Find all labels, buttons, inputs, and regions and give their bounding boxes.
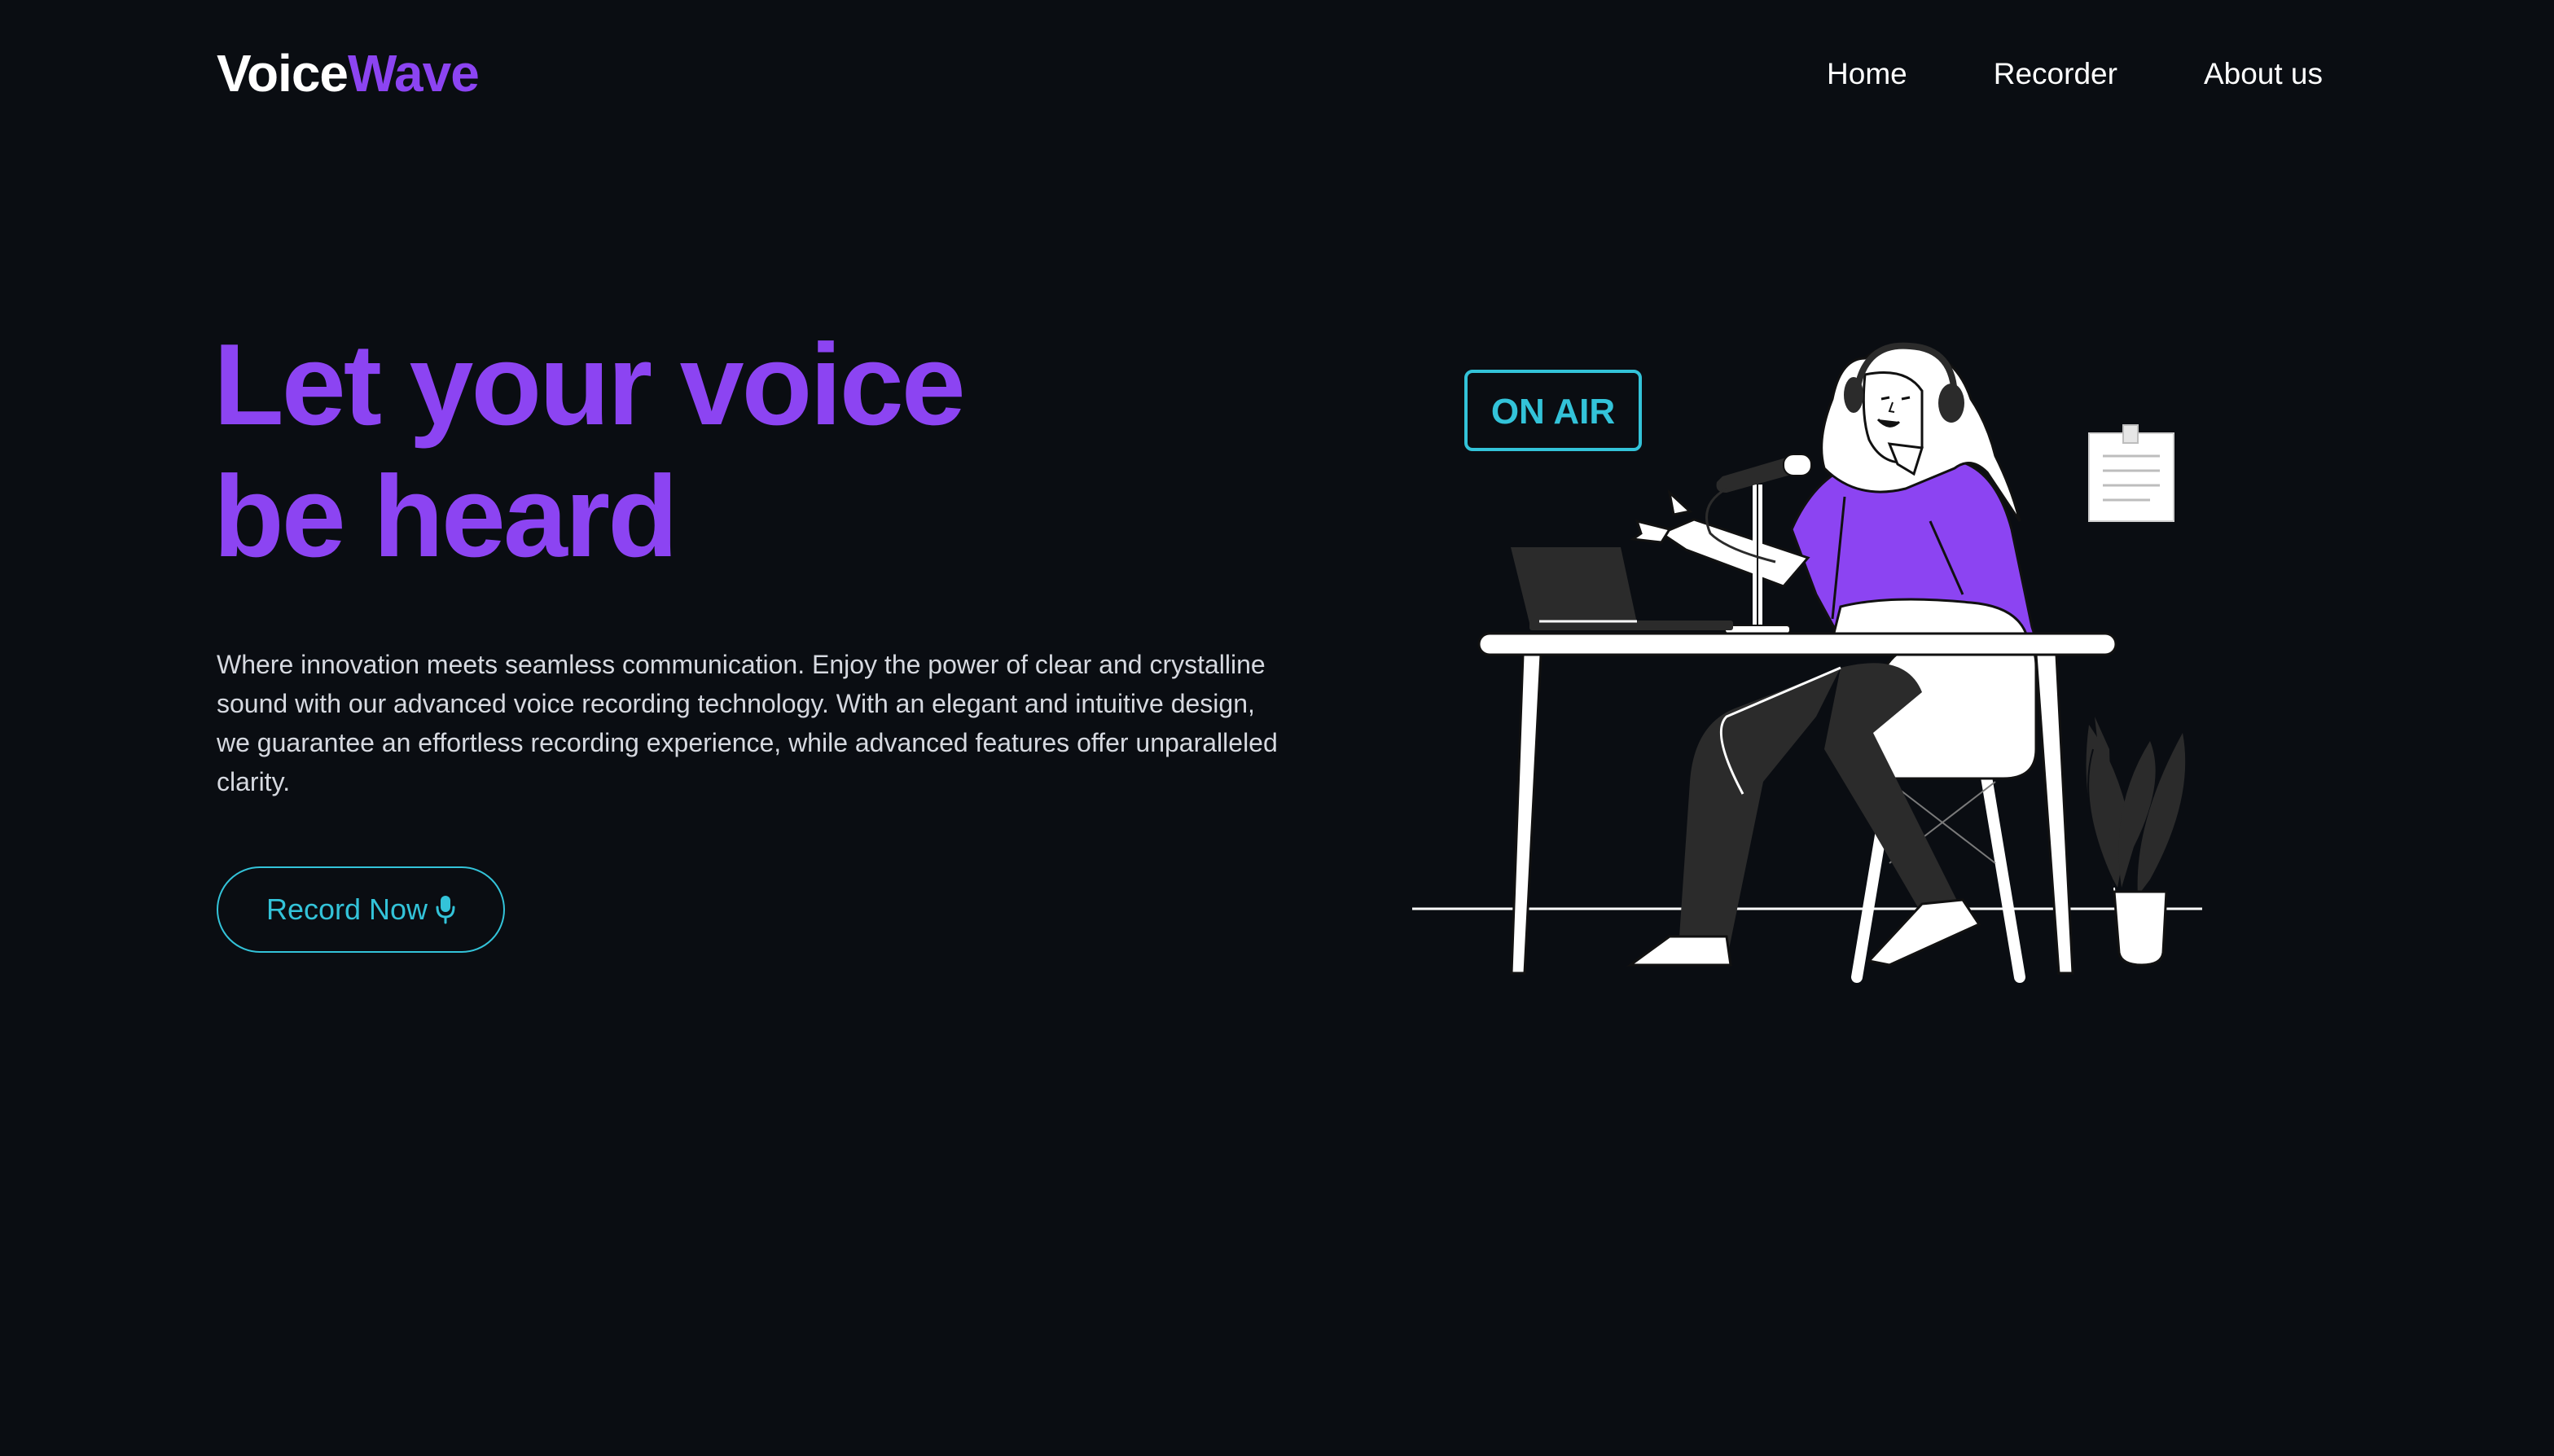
brand-name-part1: Voice [217,44,349,103]
record-now-button[interactable]: Record Now [217,866,505,953]
record-now-label: Record Now [265,892,428,926]
top-navigation: VoiceWave Home Recorder About us [0,0,2554,147]
wall-note [2088,424,2174,522]
podcast-illustration: ON AIR [1412,342,2202,983]
laptop [1511,547,1733,630]
brand-name-part2: Wave [348,44,480,103]
hero-title-line2: be heard [213,452,678,581]
potted-plant [2086,717,2186,967]
nav-link-recorder[interactable]: Recorder [1994,50,2117,98]
hero-title: Let your voice be heard [213,319,966,583]
on-air-sign-text: ON AIR [1491,392,1615,432]
nav-link-home[interactable]: Home [1827,50,1907,98]
nav-menu: Home Recorder About us [1827,50,2323,98]
brand-logo[interactable]: VoiceWave [217,41,480,106]
hero-title-line1: Let your voice [213,320,966,450]
person-arm-raised [1629,489,1810,588]
hero-description: Where innovation meets seamless communic… [217,650,1278,796]
on-air-sign: ON AIR [1464,370,1642,451]
microphone-icon [436,896,455,924]
nav-link-about-us[interactable]: About us [2204,50,2323,98]
